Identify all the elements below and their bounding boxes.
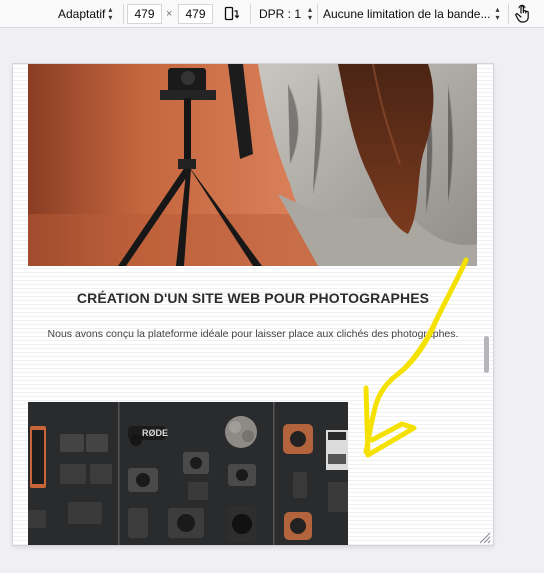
toolbar-divider xyxy=(317,4,318,24)
rotate-device-icon xyxy=(224,6,239,21)
viewport-height-input[interactable] xyxy=(178,4,213,24)
viewport-scrollbar[interactable] xyxy=(484,336,489,373)
updown-caret-icon: ▴ ▾ xyxy=(495,5,500,22)
device-select[interactable]: Adaptatif ▴ ▾ xyxy=(58,0,112,28)
device-select-label: Adaptatif xyxy=(58,7,106,21)
updown-caret-icon: ▴ ▾ xyxy=(308,5,313,22)
dpr-select-label: DPR : 1 xyxy=(259,7,302,21)
responsive-design-toolbar: Adaptatif ▴▾ × DPR : 1 ▴▾ Aucune limitat… xyxy=(0,0,544,28)
toolbar-divider xyxy=(508,4,509,24)
resize-grip[interactable] xyxy=(479,531,491,545)
svg-text:RØDE: RØDE xyxy=(142,428,168,438)
gear-flatlay-photo: RØDE xyxy=(28,402,348,545)
touch-simulation-button[interactable] xyxy=(514,4,532,29)
throttle-select-label: Aucune limitation de la bande... xyxy=(323,7,491,21)
updown-caret-icon: ▴ ▾ xyxy=(108,5,113,22)
throttle-select[interactable]: Aucune limitation de la bande... ▴ ▾ xyxy=(323,0,499,28)
touch-simulation-icon xyxy=(515,4,529,23)
simulated-viewport[interactable]: CRÉATION D'UN SITE WEB POUR PHOTOGRAPHES… xyxy=(13,64,493,545)
resize-grip-icon xyxy=(479,532,491,544)
card-title: CRÉATION D'UN SITE WEB POUR PHOTOGRAPHES xyxy=(76,290,430,306)
dimension-separator: × xyxy=(166,8,173,20)
hero-photo-photographer xyxy=(28,64,477,266)
card-description: Nous avons conçu la plateforme idéale po… xyxy=(47,328,459,340)
toolbar-divider xyxy=(250,4,251,24)
dpr-select[interactable]: DPR : 1 ▴ ▾ xyxy=(259,0,312,28)
viewport-width-input[interactable] xyxy=(127,4,162,24)
toolbar-divider xyxy=(123,4,124,24)
rotate-button[interactable] xyxy=(223,0,239,28)
